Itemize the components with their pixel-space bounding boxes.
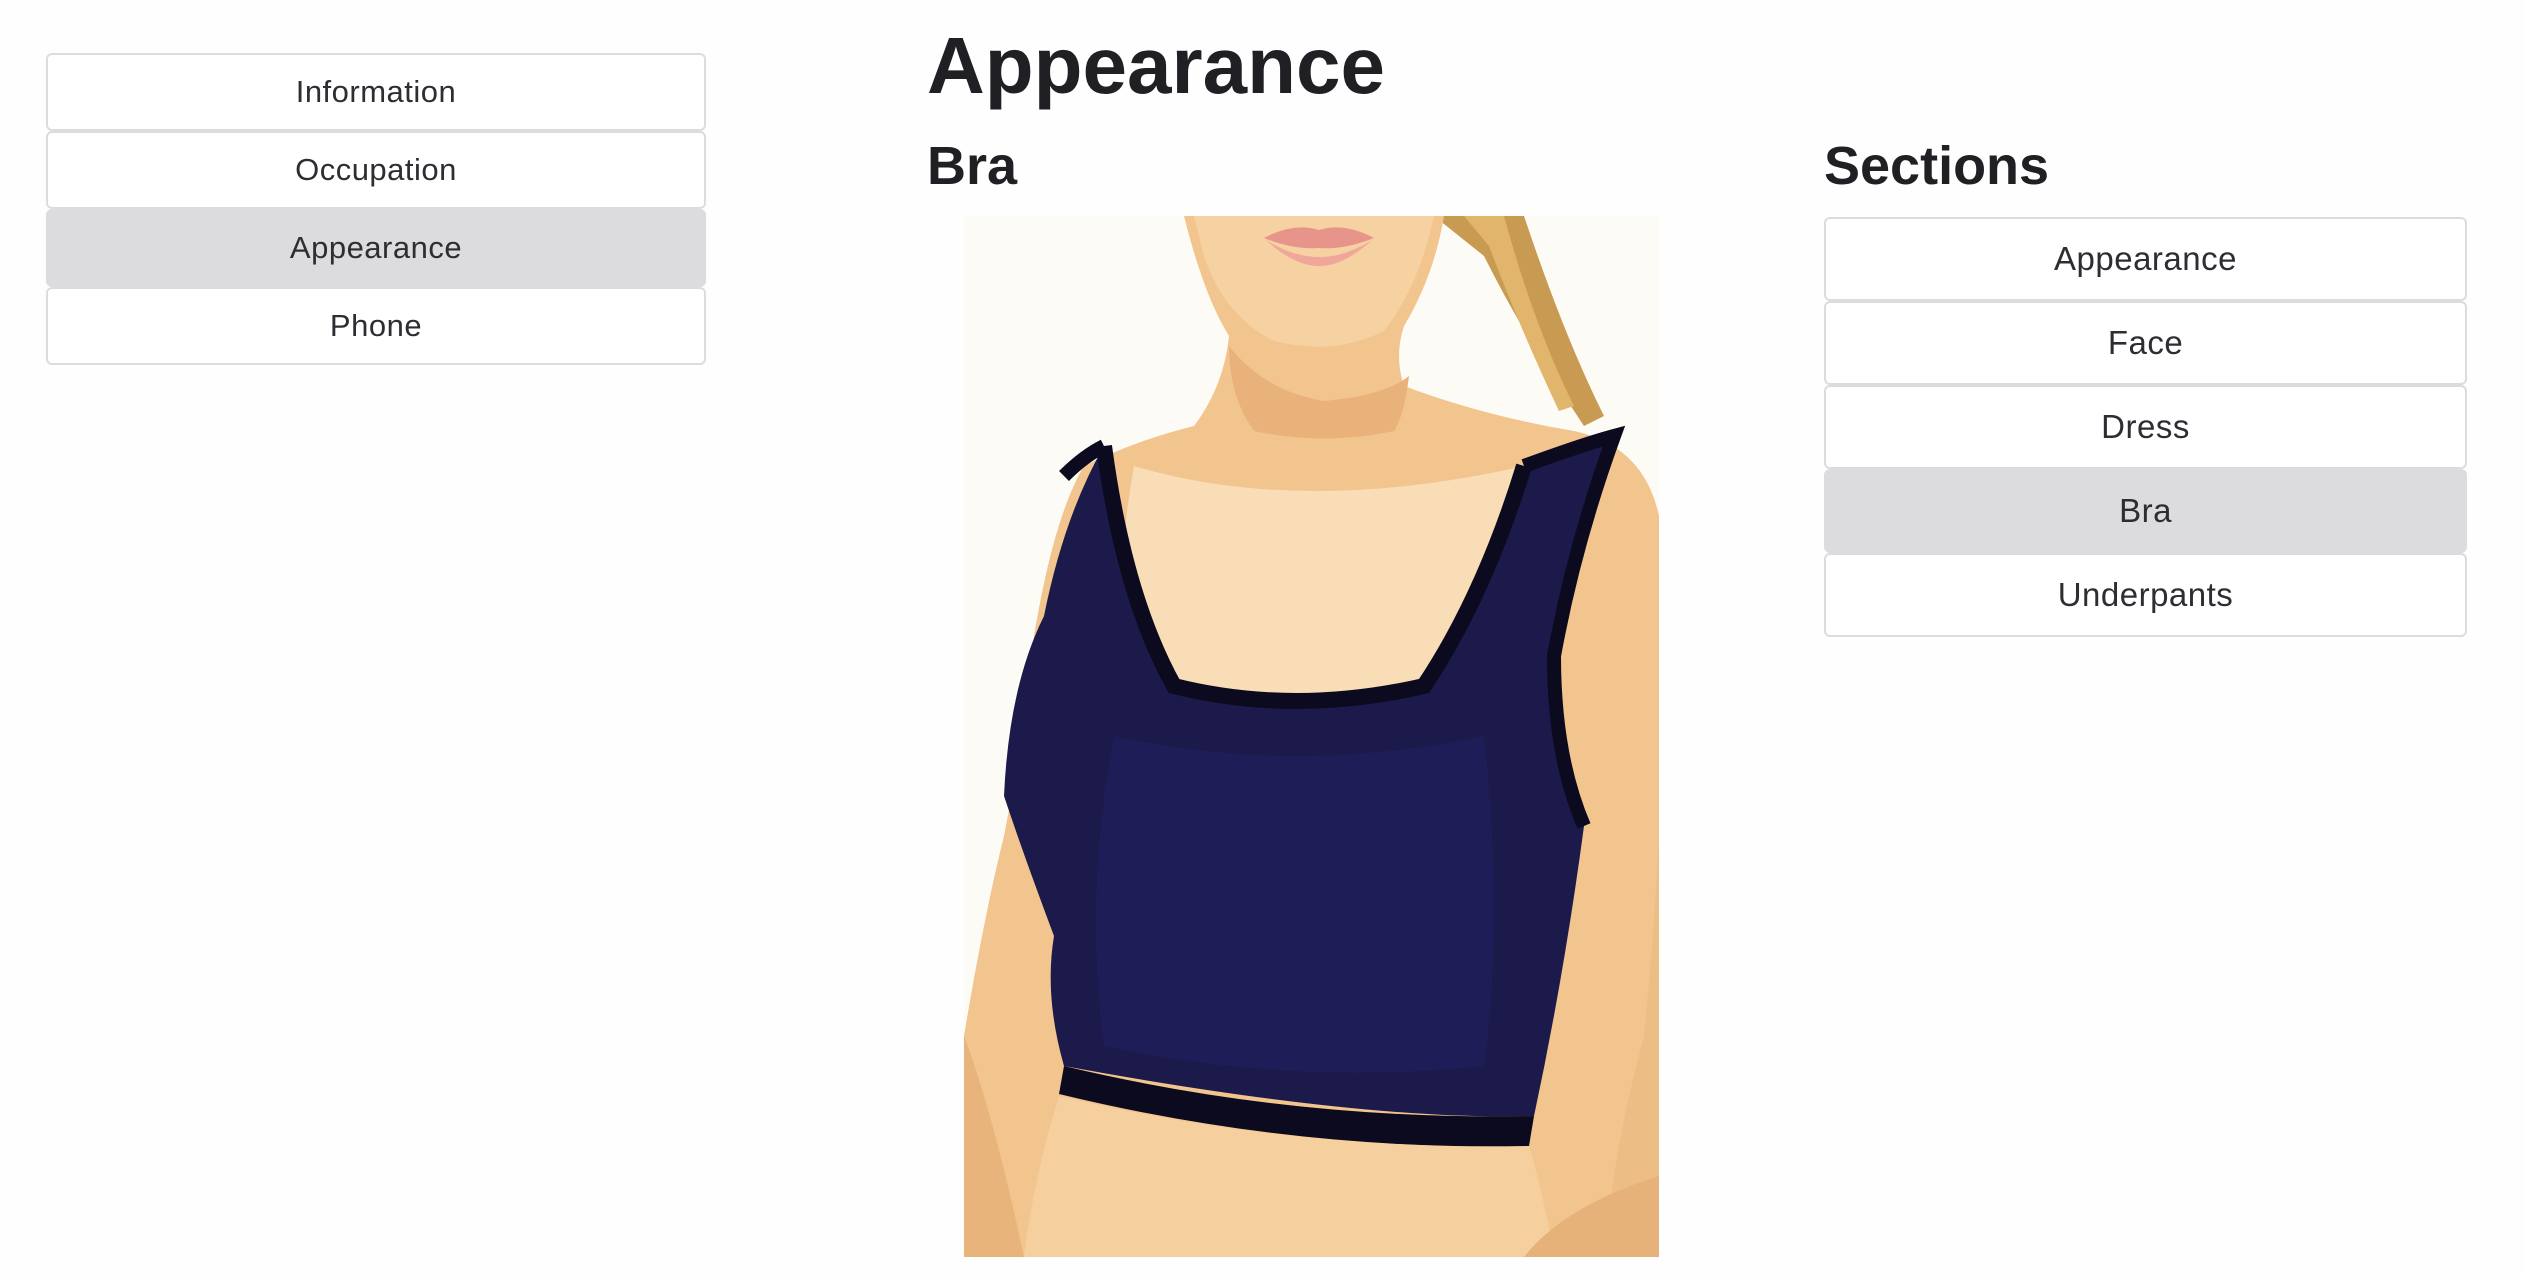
- nav-item-occupation[interactable]: Occupation: [46, 131, 706, 209]
- sections-list: Appearance Face Dress Bra Underpants: [1824, 217, 2467, 637]
- nav-item-phone[interactable]: Phone: [46, 287, 706, 365]
- garment-photo: [964, 216, 1659, 1257]
- section-item-face[interactable]: Face: [1824, 301, 2467, 385]
- left-nav: Information Occupation Appearance Phone: [46, 53, 706, 365]
- sections-heading: Sections: [1824, 136, 2050, 196]
- section-item-dress[interactable]: Dress: [1824, 385, 2467, 469]
- garment-illustration: [964, 216, 1659, 1257]
- nav-item-information[interactable]: Information: [46, 53, 706, 131]
- nav-item-appearance[interactable]: Appearance: [46, 209, 706, 287]
- page-title: Appearance: [927, 21, 1385, 110]
- section-item-appearance[interactable]: Appearance: [1824, 217, 2467, 301]
- section-subtitle: Bra: [927, 136, 1018, 196]
- section-item-underpants[interactable]: Underpants: [1824, 553, 2467, 637]
- section-item-bra[interactable]: Bra: [1824, 469, 2467, 553]
